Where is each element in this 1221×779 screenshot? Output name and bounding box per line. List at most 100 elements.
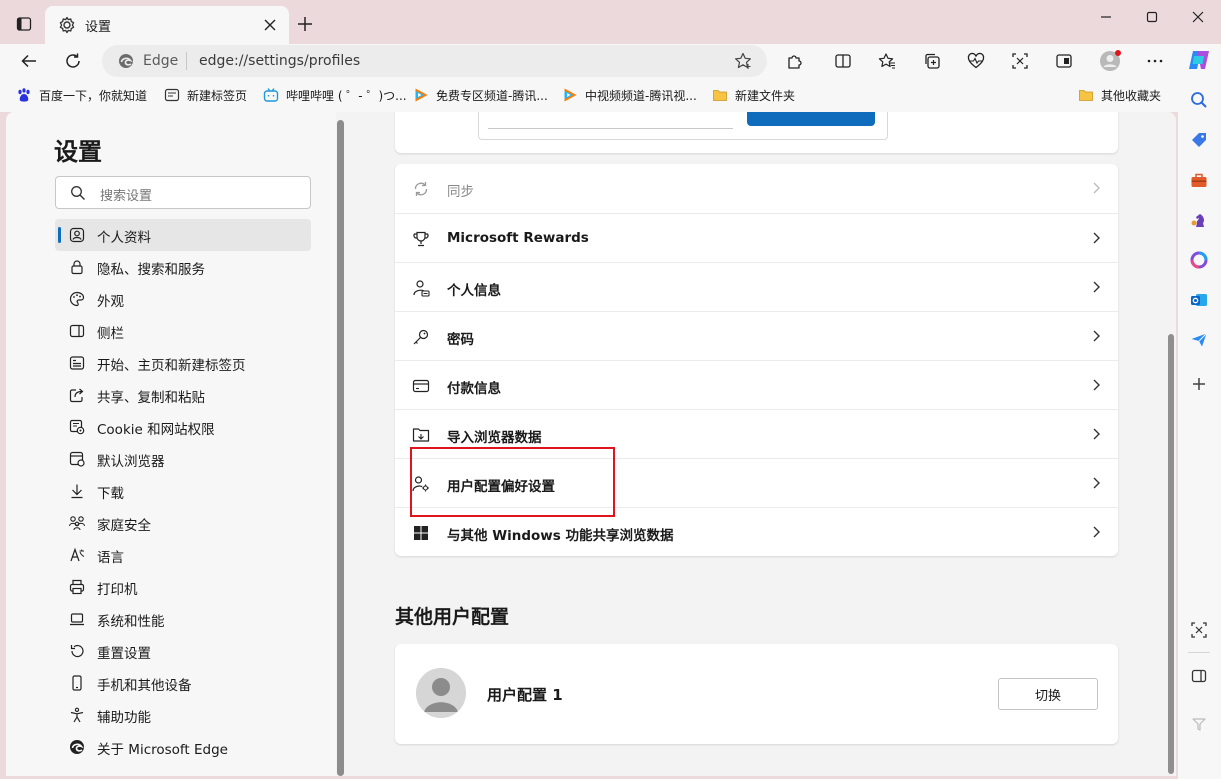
performance-icon [1056,54,1072,68]
nav-item-share[interactable]: 共享、复制和粘贴 [55,379,311,411]
tools-button[interactable] [1187,168,1211,192]
profile-button[interactable] [1096,47,1124,75]
row-label: Microsoft Rewards [447,230,589,246]
nav-item-privacy[interactable]: 隐私、搜索和服务 [55,251,311,283]
switch-profile-button[interactable]: 切换 [998,678,1098,710]
row-sync[interactable]: 同步 [395,164,1118,213]
bookmark-item[interactable]: 百度一下，你就知道 [16,86,147,104]
nav-item-default-browser[interactable]: 默认浏览器 [55,443,311,475]
nav-item-profiles[interactable]: 个人资料 [55,219,311,251]
nav-item-appearance[interactable]: 外观 [55,283,311,315]
content-scrollbar[interactable] [1168,334,1174,774]
drop-button[interactable] [1187,328,1211,352]
row-personal-info[interactable]: 个人信息 [395,262,1118,311]
maximize-button[interactable] [1129,4,1175,30]
bookmark-item[interactable]: 中视频频道-腾讯视... [562,86,697,104]
search-sidebar-button[interactable] [1187,88,1211,112]
minimize-button[interactable] [1083,4,1129,30]
trophy-icon [411,229,431,249]
profile-name: 用户配置 1 [487,686,563,704]
newtab-icon [164,87,180,103]
sidebar-divider [1188,652,1210,653]
close-icon [1192,11,1204,23]
games-button[interactable] [1187,208,1211,232]
bookmark-label: 哔哩哔哩 ( ゜- ゜)つ... [286,88,407,103]
bookmark-item[interactable]: 新建文件夹 [712,86,795,104]
outlook-button[interactable] [1187,288,1211,312]
more-menu-button[interactable] [1141,47,1169,75]
nav-item-family[interactable]: 家庭安全 [55,507,311,539]
screenshot-sidebar-button[interactable] [1187,618,1211,642]
title-bar: 设置 [0,0,1221,44]
bookmark-item[interactable]: 免费专区频道-腾讯... [413,86,548,104]
refresh-button[interactable] [59,47,87,75]
nav-item-phone[interactable]: 手机和其他设备 [55,667,311,699]
page-title: 设置 [54,138,102,166]
toolbox-icon [1191,173,1207,187]
add-sidebar-app-button[interactable] [1187,372,1211,396]
split-screen-icon [835,54,851,68]
edge-icon [118,53,134,69]
nav-item-system[interactable]: 系统和性能 [55,603,311,635]
nav-item-label: 共享、复制和粘贴 [97,390,205,406]
bookmark-item[interactable]: 新建标签页 [164,86,247,104]
new-tab-button[interactable] [293,12,317,36]
nav-item-label: 外观 [97,294,124,310]
card-icon [411,376,431,396]
row-payment-info[interactable]: 付款信息 [395,360,1118,409]
bookmark-label: 新建文件夹 [735,88,796,103]
chevron-right-icon [1088,426,1104,442]
nav-item-printers[interactable]: 打印机 [55,571,311,603]
account-field[interactable] [488,112,733,129]
extensions-button[interactable] [781,47,809,75]
nav-item-reset[interactable]: 重置设置 [55,635,311,667]
microsoft-365-button[interactable] [1187,248,1211,272]
row-label: 付款信息 [447,381,501,397]
hide-sidebar-button[interactable] [1187,664,1211,688]
nav-item-start-home[interactable]: 开始、主页和新建标签页 [55,347,311,379]
panel-icon [1191,669,1207,683]
nav-item-about[interactable]: 关于 Microsoft Edge [55,731,311,763]
nav-scrollbar[interactable] [337,120,344,776]
close-window-button[interactable] [1175,4,1221,30]
bookmark-item[interactable]: 哔哩哔哩 ( ゜- ゜)つ... [263,86,407,104]
search-input[interactable]: 搜索设置 [55,176,311,209]
account-primary-button[interactable] [747,112,875,126]
profile-icon [68,226,86,244]
split-screen-button[interactable] [829,47,857,75]
address-bar[interactable]: Edge edge://settings/profiles [102,45,767,77]
lock-icon [68,258,86,276]
puzzle-icon [788,55,802,69]
bookmark-item[interactable]: 其他收藏夹 [1078,86,1161,104]
folder-icon [1078,87,1094,103]
sidebar-settings-button[interactable] [1187,712,1211,736]
row-label: 密码 [447,332,474,348]
minimize-icon [1101,16,1111,18]
nav-item-languages[interactable]: 语言 [55,539,311,571]
screenshot-button[interactable] [1006,47,1034,75]
row-label: 同步 [447,184,474,200]
copilot-button[interactable] [1187,48,1211,72]
shopping-button[interactable] [1187,128,1211,152]
nav-item-cookies[interactable]: Cookie 和网站权限 [55,411,311,443]
row-microsoft-rewards[interactable]: Microsoft Rewards [395,213,1118,262]
nav-item-downloads[interactable]: 下载 [55,475,311,507]
back-button[interactable] [15,47,43,75]
tab-actions-button[interactable] [12,12,36,36]
nav-item-accessibility[interactable]: 辅助功能 [55,699,311,731]
edge-sidebar [1178,44,1221,779]
tencent-video-icon [413,87,429,103]
performance-button[interactable] [1050,47,1078,75]
chevron-right-icon [1088,230,1104,246]
tab-close-button[interactable] [259,14,281,36]
row-passwords[interactable]: 密码 [395,311,1118,360]
nav-item-sidebar[interactable]: 侧栏 [55,315,311,347]
add-favorite-icon[interactable] [733,51,753,71]
settings-nav: 设置 搜索设置 个人资料 隐私、搜索和服务 外观 侧栏 开始、主页和新建标签页 [6,112,336,776]
browser-essentials-button[interactable] [962,47,990,75]
share-icon [68,386,86,404]
tab-settings[interactable]: 设置 [45,6,289,44]
address-url[interactable]: edge://settings/profiles [199,53,360,69]
favorites-button[interactable] [873,47,901,75]
collections-button[interactable] [918,47,946,75]
